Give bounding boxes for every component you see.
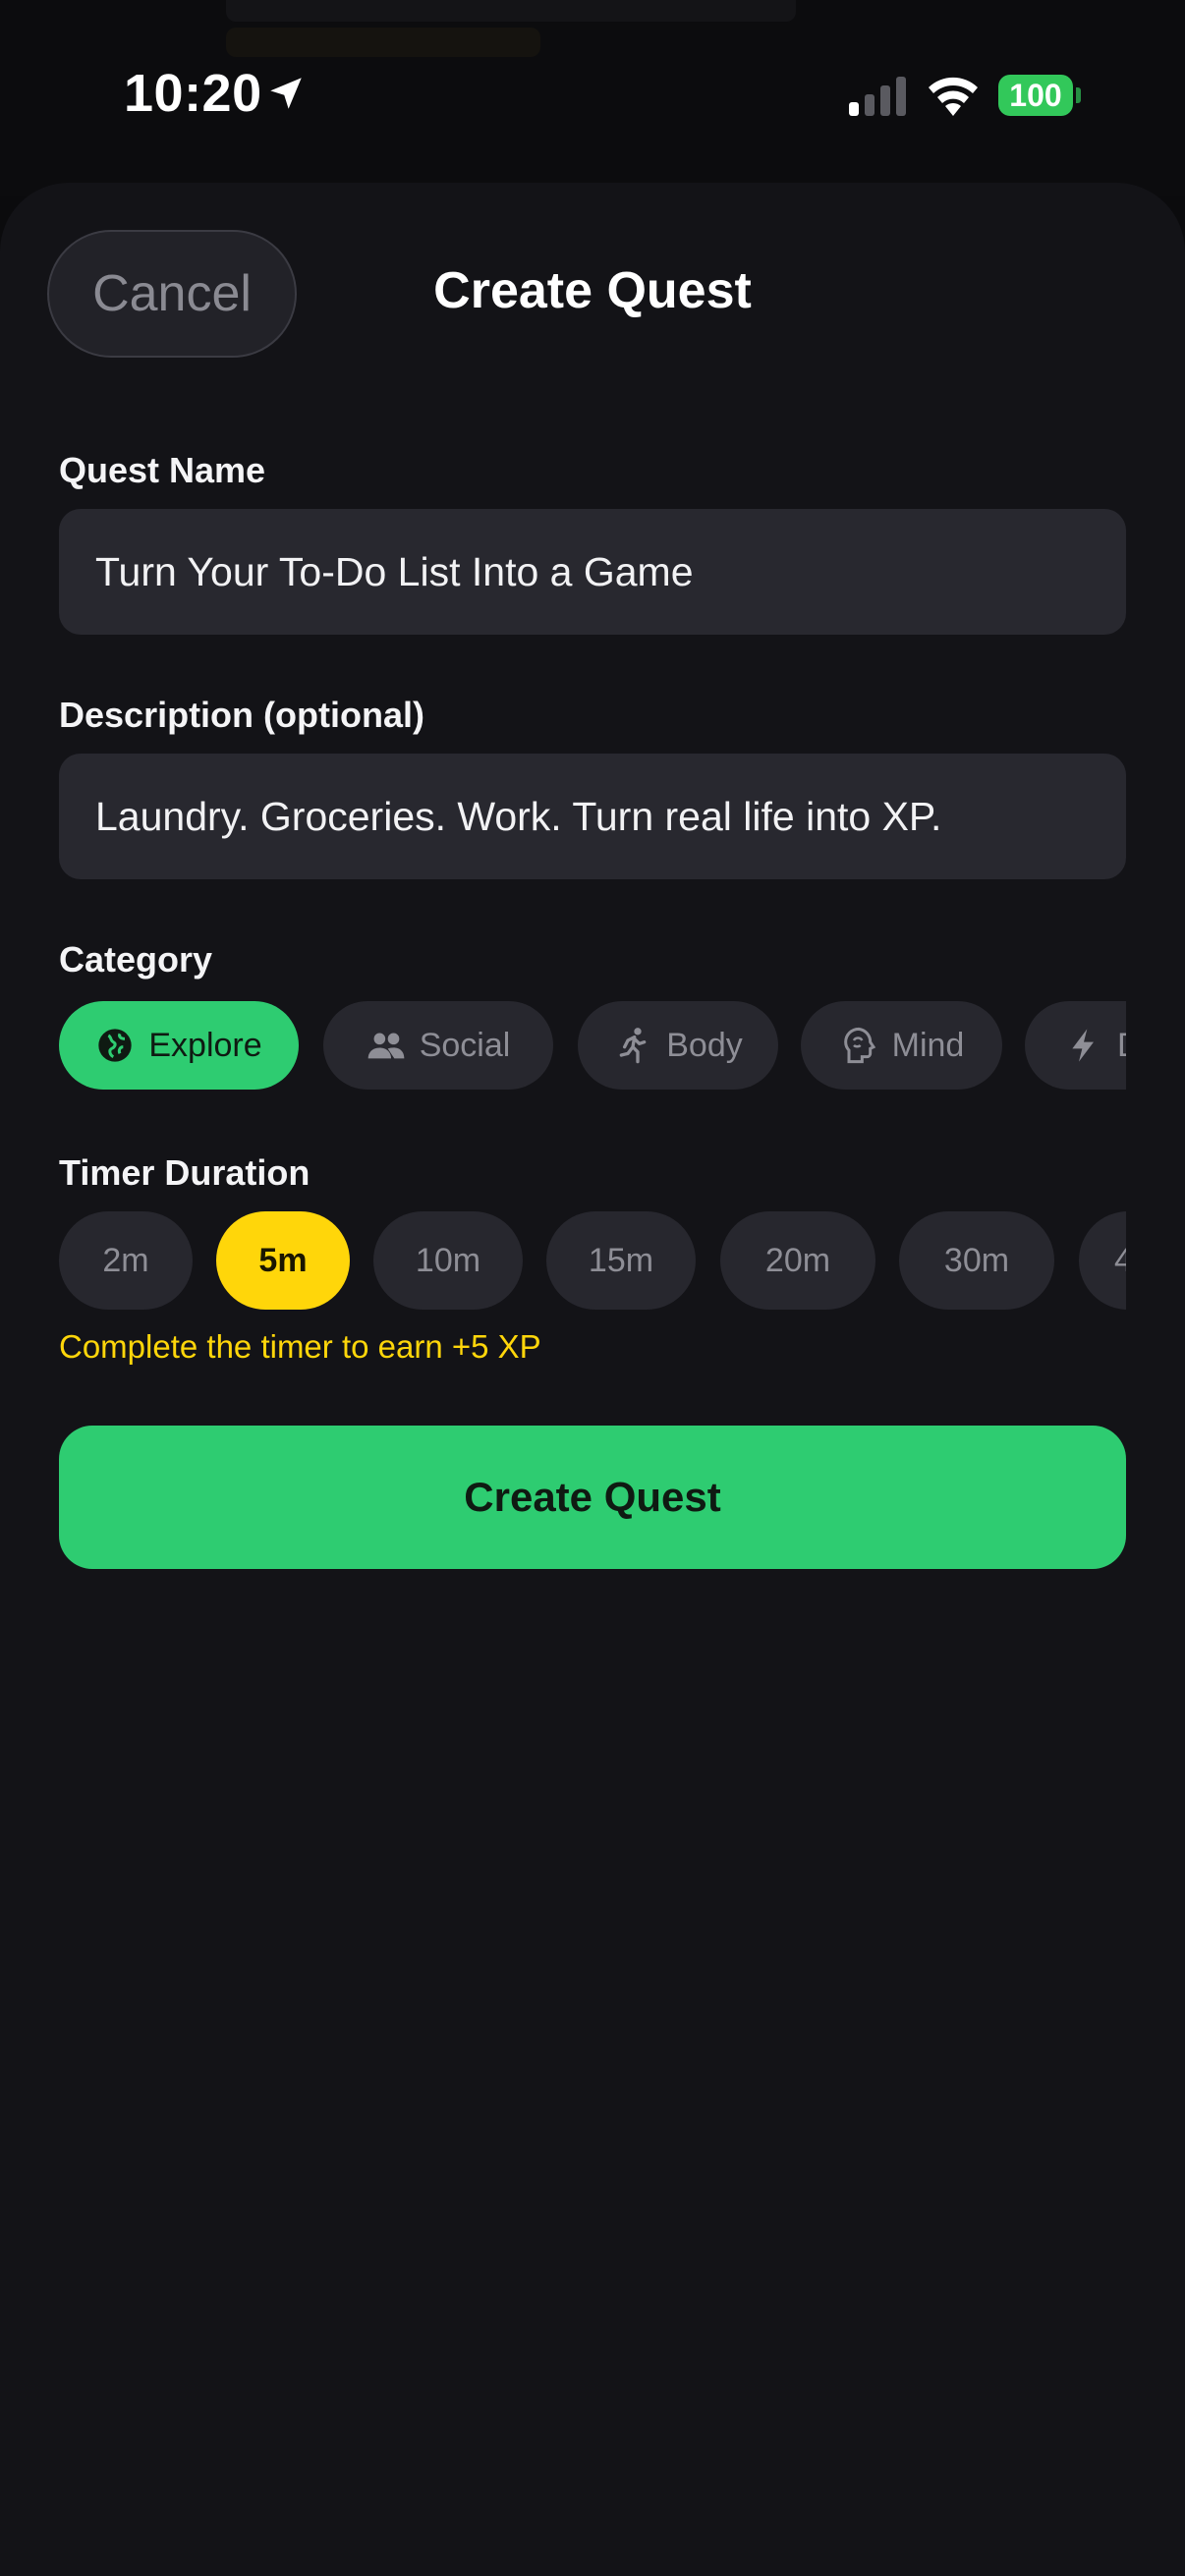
wifi-icon	[929, 77, 978, 116]
category-chip-explore[interactable]: Explore	[59, 1001, 299, 1090]
create-quest-sheet: Cancel Create Quest Quest Name Turn Your…	[0, 183, 1185, 2576]
sheet-title: Create Quest	[433, 262, 752, 319]
quest-name-input[interactable]: Turn Your To-Do List Into a Game	[59, 509, 1126, 635]
description-input[interactable]: Laundry. Groceries. Work. Turn real life…	[59, 754, 1126, 879]
category-label: Category	[59, 939, 213, 980]
category-chip-label: D	[1117, 1027, 1126, 1065]
create-quest-button[interactable]: Create Quest	[59, 1426, 1126, 1569]
timer-duration-label: Timer Duration	[59, 1152, 310, 1193]
duration-option-2m[interactable]: 2m	[59, 1211, 193, 1310]
description-label: Description (optional)	[59, 695, 424, 735]
battery-level: 100	[998, 75, 1073, 116]
duration-option-10m[interactable]: 10m	[373, 1211, 523, 1310]
globe-icon	[98, 1029, 133, 1062]
brain-icon	[843, 1027, 875, 1064]
category-chip-mind[interactable]: Mind	[801, 1001, 1002, 1090]
category-chip-social[interactable]: Social	[323, 1001, 553, 1090]
runner-icon	[619, 1028, 647, 1064]
category-chip-d[interactable]: D	[1025, 1001, 1126, 1090]
people-icon	[367, 1033, 405, 1059]
quest-name-label: Quest Name	[59, 450, 266, 490]
duration-option-20m[interactable]: 20m	[720, 1211, 875, 1310]
timer-xp-hint: Complete the timer to earn +5 XP	[59, 1328, 541, 1365]
location-arrow-icon	[270, 78, 302, 109]
cellular-signal-icon	[849, 77, 906, 116]
category-chip-body[interactable]: Body	[578, 1001, 778, 1090]
bolt-icon	[1072, 1029, 1094, 1062]
category-chip-label: Social	[419, 1026, 511, 1064]
battery-indicator: 100	[998, 75, 1081, 116]
duration-option-partial[interactable]: 4	[1079, 1211, 1126, 1310]
duration-option-5m[interactable]: 5m	[216, 1211, 350, 1310]
status-time: 10:20	[124, 64, 262, 123]
category-chip-row: Explore Social Body Mind	[59, 1001, 1126, 1090]
duration-option-30m[interactable]: 30m	[899, 1211, 1054, 1310]
status-bar: 10:20 100	[0, 0, 1185, 187]
category-chip-label: Body	[666, 1026, 743, 1064]
battery-tip	[1076, 87, 1081, 103]
duration-option-15m[interactable]: 15m	[546, 1211, 696, 1310]
category-chip-label: Explore	[148, 1026, 262, 1064]
category-chip-label: Mind	[891, 1026, 965, 1064]
timer-duration-row: 2m 5m 10m 15m 20m 30m 4	[59, 1211, 1126, 1310]
